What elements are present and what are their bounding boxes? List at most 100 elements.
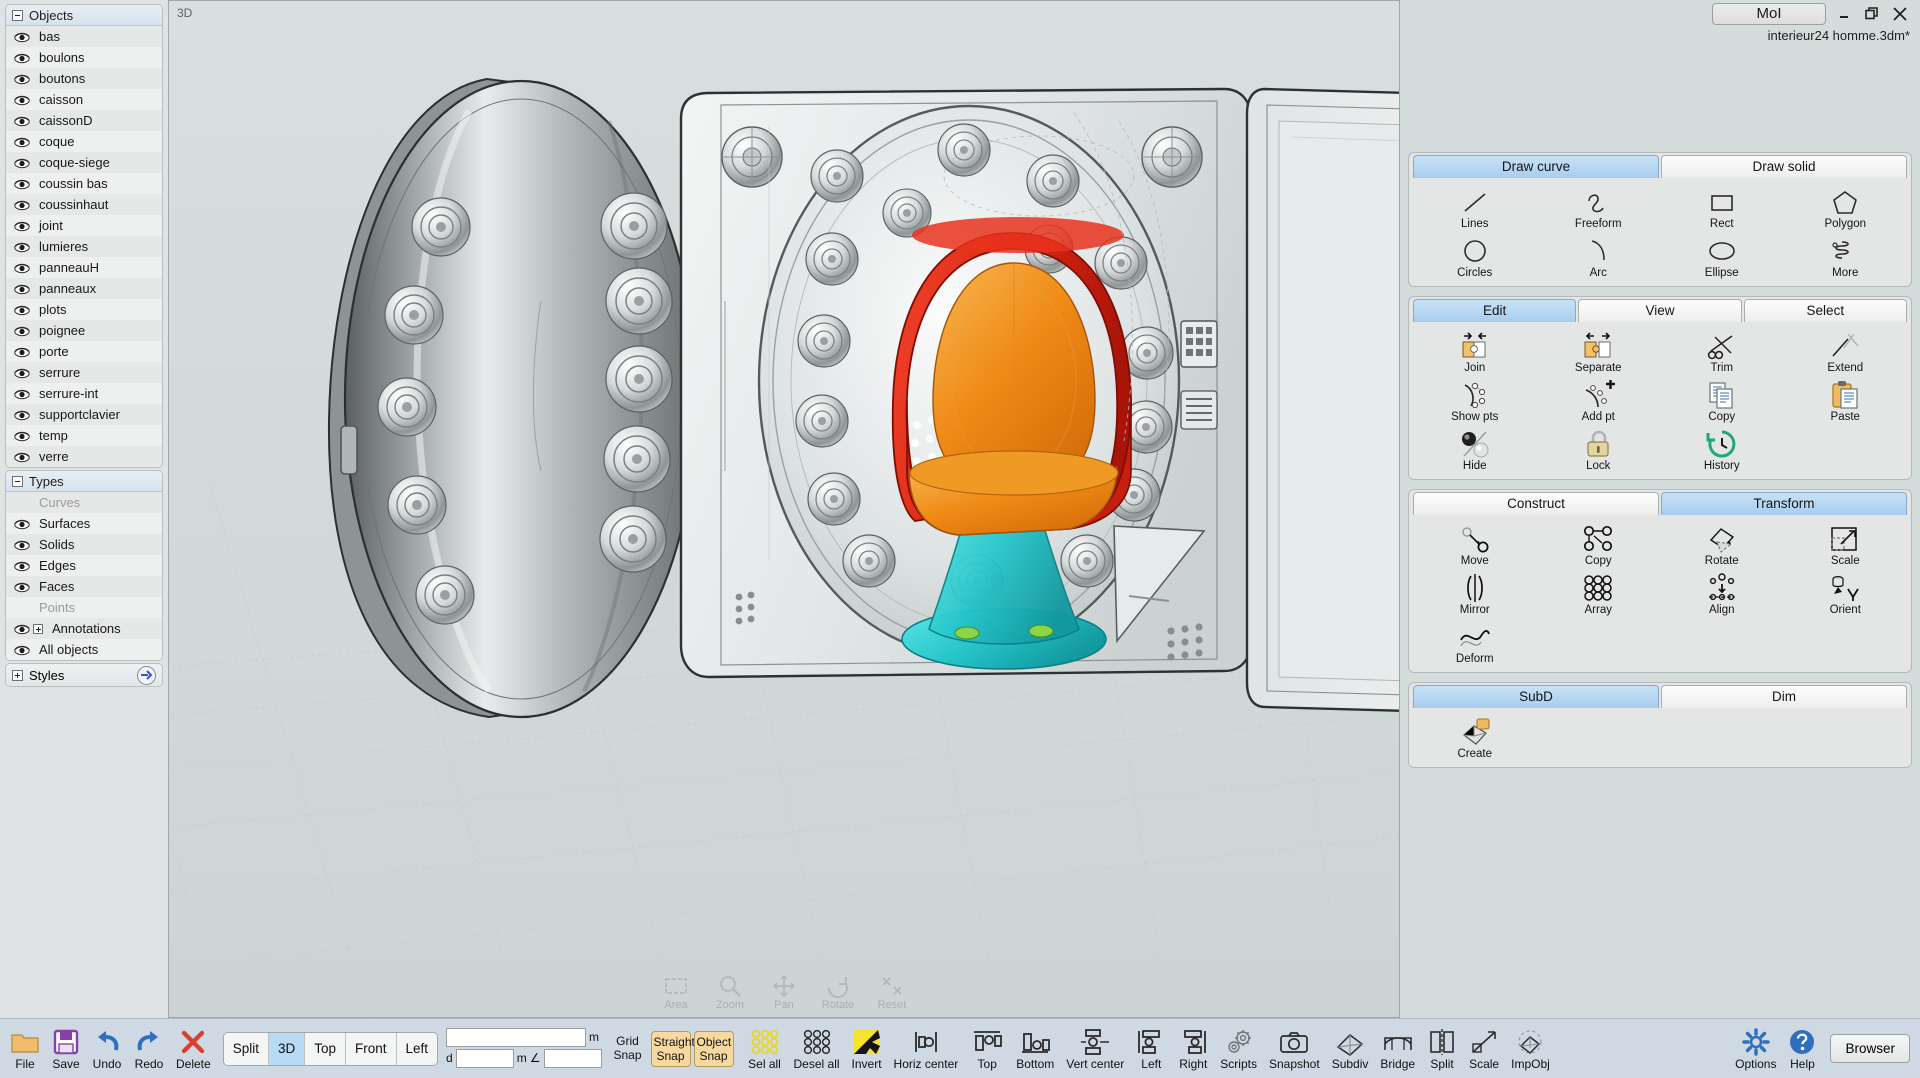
list-item[interactable]: Surfaces xyxy=(6,513,162,534)
list-item[interactable]: joint xyxy=(6,215,162,236)
visibility-eye-icon[interactable] xyxy=(14,136,30,148)
button-help[interactable]: Help xyxy=(1782,1027,1822,1071)
viewport-3d[interactable]: 3D Area Zoom Pan Rotate Reset xyxy=(168,0,1400,1018)
annotations-expand-icon[interactable] xyxy=(33,623,43,634)
button-split[interactable]: Split xyxy=(1421,1027,1463,1071)
tool-history[interactable]: History xyxy=(1660,425,1784,474)
visibility-eye-icon[interactable] xyxy=(14,199,30,211)
list-item[interactable]: plots xyxy=(6,299,162,320)
button-invert[interactable]: Invert xyxy=(846,1027,888,1071)
list-item[interactable]: panneauH xyxy=(6,257,162,278)
list-item[interactable]: coque xyxy=(6,131,162,152)
view-front-button[interactable]: Front xyxy=(346,1032,397,1065)
visibility-eye-icon[interactable] xyxy=(14,325,30,337)
tool-lock[interactable]: Lock xyxy=(1537,425,1661,474)
restore-icon[interactable] xyxy=(1862,4,1882,24)
list-item[interactable]: panneaux xyxy=(6,278,162,299)
button-scripts[interactable]: Scripts xyxy=(1214,1027,1263,1071)
view-split-button[interactable]: Split xyxy=(223,1032,269,1065)
button-sel-all[interactable]: Sel all xyxy=(742,1027,788,1071)
visibility-eye-icon[interactable] xyxy=(14,115,30,127)
tool-freeform[interactable]: Freeform xyxy=(1537,183,1661,232)
visibility-eye-icon[interactable] xyxy=(14,539,30,551)
button-left[interactable]: Left xyxy=(1130,1027,1172,1071)
list-item[interactable]: Annotations xyxy=(6,618,162,639)
tool-arc[interactable]: Arc xyxy=(1537,232,1661,281)
types-section-header[interactable]: Types xyxy=(6,471,162,492)
visibility-eye-icon[interactable] xyxy=(14,367,30,379)
visibility-eye-icon[interactable] xyxy=(14,388,30,400)
tab-construct[interactable]: Construct xyxy=(1413,492,1659,515)
snap-straight-button[interactable]: Straight Snap xyxy=(650,1030,695,1067)
visibility-eye-icon[interactable] xyxy=(14,644,30,656)
list-item[interactable]: Edges xyxy=(6,555,162,576)
list-item[interactable]: coussinhaut xyxy=(6,194,162,215)
tab-view[interactable]: View xyxy=(1578,299,1742,322)
list-item[interactable]: temp xyxy=(6,425,162,446)
snap-grid-button[interactable]: Grid Snap xyxy=(608,1031,648,1067)
button-delete[interactable]: Delete xyxy=(170,1027,217,1071)
list-item[interactable]: porte xyxy=(6,341,162,362)
button-redo[interactable]: Redo xyxy=(128,1027,170,1071)
button-options[interactable]: Options xyxy=(1729,1027,1782,1071)
tool-lines[interactable]: Lines xyxy=(1413,183,1537,232)
tool-mirror[interactable]: Mirror xyxy=(1413,569,1537,618)
button-save[interactable]: Save xyxy=(46,1027,86,1071)
tab-dim[interactable]: Dim xyxy=(1661,685,1907,708)
list-item[interactable]: supportclavier xyxy=(6,404,162,425)
list-item[interactable]: poignee xyxy=(6,320,162,341)
tool-create[interactable]: Create xyxy=(1413,713,1537,762)
visibility-eye-icon[interactable] xyxy=(14,157,30,169)
tool-show-pts[interactable]: Show pts xyxy=(1413,376,1537,425)
tool-trim[interactable]: Trim xyxy=(1660,327,1784,376)
tool-copy[interactable]: Copy xyxy=(1660,376,1784,425)
visibility-eye-icon[interactable] xyxy=(14,283,30,295)
viewport-area-button[interactable]: Area xyxy=(656,974,696,1011)
visibility-eye-icon[interactable] xyxy=(14,52,30,64)
viewport-pan-button[interactable]: Pan xyxy=(764,974,804,1011)
tool-add-pt[interactable]: Add pt xyxy=(1537,376,1661,425)
styles-section-header[interactable]: Styles xyxy=(6,664,162,686)
objects-section-header[interactable]: Objects xyxy=(6,5,162,26)
tool-separate[interactable]: Separate xyxy=(1537,327,1661,376)
visibility-eye-icon[interactable] xyxy=(14,451,30,463)
visibility-eye-icon[interactable] xyxy=(14,581,30,593)
list-item[interactable]: Solids xyxy=(6,534,162,555)
list-item[interactable]: caissonD xyxy=(6,110,162,131)
tool-more[interactable]: More xyxy=(1784,232,1908,281)
list-item[interactable]: serrure-int xyxy=(6,383,162,404)
moi-app-menu-button[interactable]: MoI xyxy=(1712,3,1826,25)
view-3d-button[interactable]: 3D xyxy=(268,1032,306,1065)
button-subdiv[interactable]: Subdiv xyxy=(1326,1027,1375,1071)
button-undo[interactable]: Undo xyxy=(86,1027,128,1071)
button-right[interactable]: Right xyxy=(1172,1027,1214,1071)
tab-draw-solid[interactable]: Draw solid xyxy=(1661,155,1907,178)
list-item[interactable]: Faces xyxy=(6,576,162,597)
list-item[interactable]: Curves xyxy=(6,492,162,513)
minimize-icon[interactable] xyxy=(1834,4,1854,24)
list-item[interactable]: boutons xyxy=(6,68,162,89)
list-item[interactable]: All objects xyxy=(6,639,162,660)
tab-draw-curve[interactable]: Draw curve xyxy=(1413,155,1659,178)
visibility-eye-icon[interactable] xyxy=(14,346,30,358)
list-item[interactable]: bas xyxy=(6,26,162,47)
tool-rect[interactable]: Rect xyxy=(1660,183,1784,232)
button-bottom[interactable]: Bottom xyxy=(1010,1027,1060,1071)
tool-align[interactable]: Align xyxy=(1660,569,1784,618)
visibility-eye-icon[interactable] xyxy=(14,178,30,190)
button-file[interactable]: File xyxy=(4,1027,46,1071)
tool-move[interactable]: Move xyxy=(1413,520,1537,569)
tool-scale[interactable]: Scale xyxy=(1784,520,1908,569)
button-bridge[interactable]: Bridge xyxy=(1374,1027,1421,1071)
button-top[interactable]: Top xyxy=(964,1027,1010,1071)
tab-select[interactable]: Select xyxy=(1743,299,1907,322)
visibility-eye-icon[interactable] xyxy=(14,430,30,442)
tool-ellipse[interactable]: Ellipse xyxy=(1660,232,1784,281)
list-item[interactable]: lumieres xyxy=(6,236,162,257)
types-collapse-icon[interactable] xyxy=(12,475,23,487)
tool-join[interactable]: Join xyxy=(1413,327,1537,376)
visibility-eye-icon[interactable] xyxy=(14,409,30,421)
view-top-button[interactable]: Top xyxy=(305,1032,346,1065)
visibility-eye-icon[interactable] xyxy=(14,262,30,274)
visibility-eye-icon[interactable] xyxy=(14,518,30,530)
